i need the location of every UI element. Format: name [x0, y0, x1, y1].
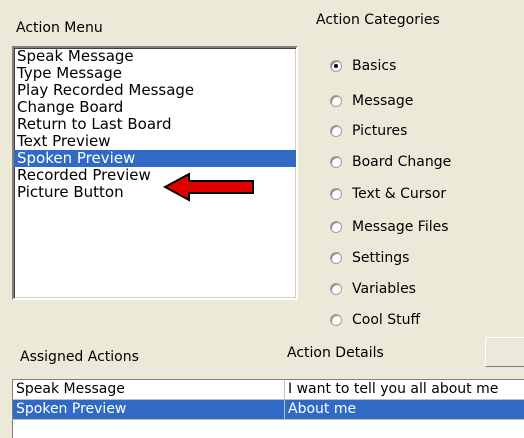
radio-cool-stuff[interactable]: Cool Stuff: [330, 310, 420, 330]
radio-settings[interactable]: Settings: [330, 248, 409, 268]
details-cell[interactable]: About me: [285, 400, 524, 419]
radio-button-icon[interactable]: [330, 188, 342, 200]
list-item[interactable]: Return to Last Board: [14, 116, 296, 133]
list-item[interactable]: Type Message: [14, 65, 296, 82]
radio-label: Pictures: [352, 123, 408, 139]
radio-label: Board Change: [352, 154, 452, 170]
table-row-selected[interactable]: Spoken Preview About me: [13, 400, 524, 420]
radio-label: Cool Stuff: [352, 312, 421, 328]
action-cell[interactable]: Spoken Preview: [13, 400, 285, 419]
radio-board-change[interactable]: Board Change: [330, 152, 451, 172]
radio-button-icon[interactable]: [330, 95, 342, 107]
radio-button-icon[interactable]: [330, 156, 342, 168]
radio-label: Message Files: [352, 219, 449, 235]
radio-label: Settings: [352, 250, 410, 266]
action-menu-list[interactable]: Speak Message Type Message Play Recorded…: [12, 46, 298, 300]
radio-button-icon[interactable]: [330, 125, 342, 137]
radio-text-cursor[interactable]: Text & Cursor: [330, 184, 446, 204]
assigned-actions-title: Assigned Actions: [20, 349, 139, 365]
radio-button-icon[interactable]: [330, 221, 342, 233]
action-categories-title: Action Categories: [316, 12, 440, 28]
action-menu-title: Action Menu: [16, 20, 103, 36]
red-arrow-icon: [163, 172, 254, 202]
radio-label: Message: [352, 93, 414, 109]
radio-button-icon[interactable]: [330, 283, 342, 295]
details-cell[interactable]: I want to tell you all about me: [285, 380, 524, 399]
action-cell[interactable]: Speak Message: [13, 380, 285, 399]
list-item[interactable]: Speak Message: [14, 48, 296, 65]
radio-message-files[interactable]: Message Files: [330, 217, 449, 237]
list-item[interactable]: Change Board: [14, 99, 296, 116]
radio-label: Basics: [352, 58, 397, 74]
radio-label: Text & Cursor: [352, 186, 447, 202]
assigned-actions-table[interactable]: Speak Message I want to tell you all abo…: [12, 379, 524, 438]
table-row[interactable]: Speak Message I want to tell you all abo…: [13, 380, 524, 400]
radio-label: Variables: [352, 281, 416, 297]
radio-button-icon[interactable]: [330, 314, 342, 326]
header-button[interactable]: [485, 337, 524, 367]
radio-button-icon[interactable]: [330, 252, 342, 264]
radio-basics[interactable]: Basics: [330, 56, 396, 76]
list-item-selected[interactable]: Spoken Preview: [14, 150, 296, 167]
radio-message[interactable]: Message: [330, 91, 413, 111]
action-details-title: Action Details: [287, 345, 384, 361]
radio-variables[interactable]: Variables: [330, 279, 416, 299]
list-item[interactable]: Play Recorded Message: [14, 82, 296, 99]
radio-pictures[interactable]: Pictures: [330, 121, 407, 141]
list-item[interactable]: Text Preview: [14, 133, 296, 150]
radio-button-icon[interactable]: [330, 60, 342, 72]
